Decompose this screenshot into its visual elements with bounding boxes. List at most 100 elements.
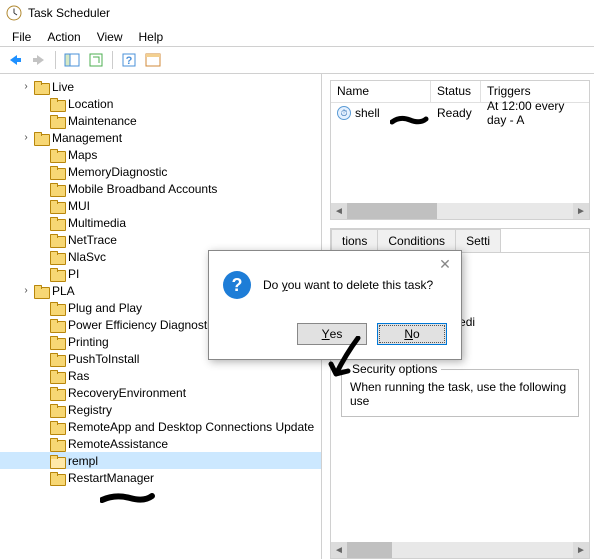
no-button[interactable]: No [377,323,447,345]
tree-item-remoteapp-and-desktop-connections-update[interactable]: RemoteApp and Desktop Connections Update [0,418,321,435]
tree-item-recoveryenvironment[interactable]: RecoveryEnvironment [0,384,321,401]
folder-icon [50,268,64,280]
app-clock-icon [6,5,22,21]
security-options-title: Security options [348,362,441,376]
folder-icon [50,404,64,416]
menu-help[interactable]: Help [131,28,172,44]
tree-label: PushToInstall [68,352,139,366]
tree-item-ras[interactable]: Ras [0,367,321,384]
menu-action[interactable]: Action [39,28,88,44]
folder-icon [50,200,64,212]
tree-label: Management [52,131,122,145]
scroll-right-icon[interactable]: ► [573,542,589,558]
folder-icon [50,319,64,331]
scroll-right-icon[interactable]: ► [573,203,589,219]
help-button[interactable]: ? [118,49,140,71]
tree-item-memorydiagnostic[interactable]: MemoryDiagnostic [0,163,321,180]
tree-item-management[interactable]: › Management [0,129,321,146]
tab-actions[interactable]: tions [331,229,378,252]
tree-label: Maintenance [68,114,137,128]
tree-label: RecoveryEnvironment [68,386,186,400]
tree-label: MUI [68,199,90,213]
refresh-button[interactable] [85,49,107,71]
tree-label: Location [68,97,113,111]
tree-label: Multimedia [68,216,126,230]
yes-button[interactable]: Yes [297,323,367,345]
folder-icon [34,285,48,297]
security-options-text: When running the task, use the following… [350,380,570,408]
tree-label: Printing [68,335,109,349]
list-scrollbar[interactable]: ◄ ► [331,203,589,219]
app-title: Task Scheduler [28,6,110,20]
detail-scrollbar[interactable]: ◄ ► [331,542,589,558]
tree-item-mui[interactable]: MUI [0,197,321,214]
tree-label: Live [52,80,74,94]
folder-icon [50,472,64,484]
properties-button[interactable] [142,49,164,71]
tab-settings[interactable]: Setti [455,229,501,252]
menu-bar: File Action View Help [0,26,594,46]
folder-icon [50,336,64,348]
tab-conditions[interactable]: Conditions [377,229,456,252]
task-name-cell: ⏱ shell [331,104,431,122]
back-button[interactable] [4,49,26,71]
security-options-group: Security options When running the task, … [341,369,579,417]
folder-icon [50,251,64,263]
tree-item-mobile-broadband-accounts[interactable]: Mobile Broadband Accounts [0,180,321,197]
scroll-left-icon[interactable]: ◄ [331,542,347,558]
folder-icon [50,455,64,467]
menu-view[interactable]: View [89,28,131,44]
folder-icon [50,98,64,110]
tree-label: RemoteAssistance [68,437,168,451]
separator-icon [55,51,56,69]
caret-icon[interactable]: › [20,81,32,92]
title-bar: Task Scheduler [0,0,594,26]
folder-icon [50,438,64,450]
tree-item-restartmanager[interactable]: RestartManager [0,469,321,486]
tree-label: Power Efficiency Diagnostics [68,318,222,332]
dialog-message: Do you want to delete this task? [263,278,433,292]
folder-icon [34,132,48,144]
tree-label: PI [68,267,79,281]
tree-label: Ras [68,369,89,383]
scroll-left-icon[interactable]: ◄ [331,203,347,219]
folder-icon [50,387,64,399]
task-triggers: At 12:00 every day - A [481,97,589,129]
forward-button[interactable] [28,49,50,71]
task-row[interactable]: ⏱ shell Ready At 12:00 every day - A [331,103,589,123]
tree-label: RestartManager [68,471,154,485]
tree-label: RemoteApp and Desktop Connections Update [68,420,314,434]
task-status: Ready [431,104,481,122]
task-list: Name Status Triggers ⏱ shell Ready At 12… [330,80,590,220]
show-hide-tree-button[interactable] [61,49,83,71]
tree-label: Maps [68,148,97,162]
menu-file[interactable]: File [4,28,39,44]
task-name: shell [355,106,380,120]
folder-icon [50,115,64,127]
tree-item-location[interactable]: Location [0,95,321,112]
tree-item-nettrace[interactable]: NetTrace [0,231,321,248]
tree-item-rempl[interactable]: rempl [0,452,321,469]
folder-icon [50,302,64,314]
folder-icon [50,421,64,433]
folder-icon [50,370,64,382]
caret-icon[interactable]: › [20,285,32,296]
folder-icon [50,183,64,195]
tree-label: NlaSvc [68,250,106,264]
task-icon: ⏱ [337,106,351,120]
tree-item-registry[interactable]: Registry [0,401,321,418]
caret-icon[interactable]: › [20,132,32,143]
folder-icon [50,353,64,365]
tree-label: MemoryDiagnostic [68,165,167,179]
col-status[interactable]: Status [431,81,481,102]
tree-item-remoteassistance[interactable]: RemoteAssistance [0,435,321,452]
tree-label: Plug and Play [68,301,142,315]
col-name[interactable]: Name [331,81,431,102]
tree-item-maps[interactable]: Maps [0,146,321,163]
svg-text:?: ? [126,55,133,67]
tree-label: Mobile Broadband Accounts [68,182,217,196]
dialog-close-button[interactable]: ✕ [435,255,455,273]
tree-item-maintenance[interactable]: Maintenance [0,112,321,129]
tree-item-multimedia[interactable]: Multimedia [0,214,321,231]
tree-item-live[interactable]: › Live [0,78,321,95]
